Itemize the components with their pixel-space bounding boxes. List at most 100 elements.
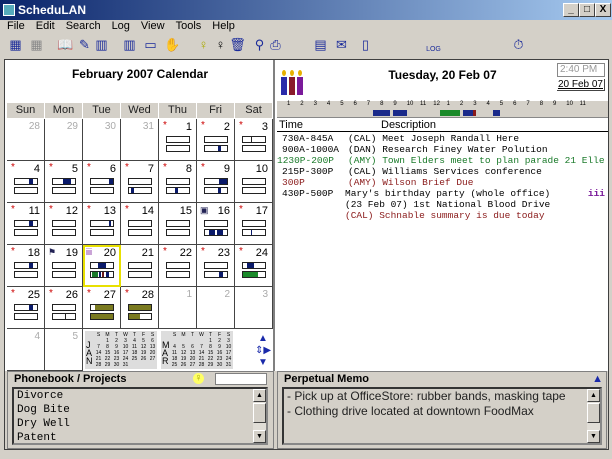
menu-edit[interactable]: Edit bbox=[36, 20, 55, 34]
phonebook-search-input[interactable] bbox=[215, 373, 267, 385]
multi-column-icon[interactable]: ▥ bbox=[121, 37, 138, 53]
next-year-icon[interactable]: ▼ bbox=[255, 357, 271, 369]
day-cell[interactable]: 1 bbox=[159, 287, 197, 329]
timeline-event-block[interactable] bbox=[393, 110, 407, 116]
stopwatch-icon[interactable]: ⏱ bbox=[510, 37, 527, 53]
handshake-icon[interactable]: ✋ bbox=[164, 37, 181, 53]
day-cell[interactable]: 10 bbox=[235, 161, 273, 203]
month-view-icon[interactable]: ▦ bbox=[7, 37, 24, 53]
day-cell[interactable]: 2 * bbox=[197, 119, 235, 161]
memo-textarea[interactable]: - Pick up at OfficeStore: rubber bands, … bbox=[282, 387, 602, 445]
event-row[interactable]: 900A-1000A (DAN) Research Finey Water Pol… bbox=[277, 144, 608, 155]
mini-calendar-mar[interactable]: M A R S M T W T F S 1 2 3 4 5 6 7 8 9 10 11 12 13 14 15 16 17 18 19 2… bbox=[161, 331, 233, 369]
notes-icon[interactable]: ✎ bbox=[76, 37, 93, 53]
close-button[interactable]: X bbox=[595, 3, 611, 17]
list-item[interactable]: Dog Bite bbox=[17, 403, 266, 417]
day-cell[interactable]: 24 * bbox=[235, 245, 273, 287]
day-cell[interactable]: 11 * bbox=[7, 203, 45, 245]
scroll-down-icon[interactable]: ▼ bbox=[587, 430, 600, 443]
event-row[interactable]: 1230P-200P (AMY) Town Elders meet to plan… bbox=[277, 155, 608, 166]
search-icon[interactable]: ⚲ bbox=[251, 37, 268, 53]
day-cell[interactable]: 9 * bbox=[197, 161, 235, 203]
mini-day[interactable]: 26 bbox=[179, 362, 188, 368]
window-icon[interactable]: ▭ bbox=[142, 37, 159, 53]
day-cell[interactable]: 3 bbox=[235, 287, 273, 329]
columns-icon[interactable]: ▥ bbox=[93, 37, 110, 53]
day-cell[interactable]: 23 * bbox=[197, 245, 235, 287]
maximize-button[interactable]: □ bbox=[579, 3, 595, 17]
prev-month-icon[interactable]: ▲ bbox=[255, 333, 271, 345]
log-button[interactable]: LOG bbox=[425, 37, 442, 53]
mini-day[interactable]: 25 bbox=[170, 362, 179, 368]
scroll-down-icon[interactable]: ▼ bbox=[253, 430, 266, 443]
lightbulb-icon[interactable]: ♀ bbox=[193, 373, 204, 384]
calculator-icon[interactable]: ▤ bbox=[312, 37, 329, 53]
scroll-thumb[interactable] bbox=[253, 403, 266, 423]
menu-search[interactable]: Search bbox=[66, 20, 101, 34]
mini-day[interactable]: 31 bbox=[121, 362, 130, 368]
day-cell[interactable]: 12 * bbox=[45, 203, 83, 245]
week-view-icon[interactable]: ▦ bbox=[28, 37, 45, 53]
mini-day[interactable]: 30 bbox=[112, 362, 121, 368]
day-cell[interactable]: 4 bbox=[7, 329, 45, 371]
mini-day[interactable]: 30 bbox=[215, 362, 224, 368]
timeline-event-block[interactable] bbox=[373, 110, 391, 116]
scroll-up-icon[interactable]: ▲ bbox=[587, 389, 600, 402]
mini-calendar-jan[interactable]: J A N S M T W T F S 1 2 3 4 5 6 7 8 9 10 11 12 13 14 15 16 17 18 19 2… bbox=[85, 331, 157, 369]
event-row[interactable]: 730A-845A (CAL) Meet Joseph Randall Here bbox=[277, 133, 608, 144]
mini-day[interactable]: 29 bbox=[206, 362, 215, 368]
event-row[interactable]: 430P-500P Mary's birthday party (whole of… bbox=[277, 188, 608, 199]
event-row[interactable]: (CAL) Schnable summary is due today bbox=[277, 210, 608, 221]
day-cell[interactable]: 19 ⚑ bbox=[45, 245, 83, 287]
menu-tools[interactable]: Tools bbox=[176, 20, 202, 34]
hour-timeline[interactable]: 1 2 3 4 5 6 7 8 9 10 11 12 1 2 3 4 5 6 7 8 9 10 11 bbox=[277, 101, 608, 118]
day-cell[interactable]: 3 * bbox=[235, 119, 273, 161]
list-item[interactable]: Divorce bbox=[17, 389, 266, 403]
memo-up-icon[interactable]: ▲ bbox=[592, 373, 603, 385]
list-item[interactable]: Dry Well bbox=[17, 417, 266, 431]
day-cell[interactable]: 5 bbox=[45, 329, 83, 371]
day-cell[interactable]: 26 * bbox=[45, 287, 83, 329]
scroll-up-icon[interactable]: ▲ bbox=[253, 389, 266, 402]
event-row[interactable]: 300P (AMY) Wilson Brief Due bbox=[277, 177, 608, 188]
timeline-event-block[interactable] bbox=[463, 110, 474, 116]
minimize-button[interactable]: _ bbox=[563, 3, 579, 17]
event-row[interactable]: (23 Feb 07) 1st National Blood Drive bbox=[277, 199, 608, 210]
day-cell[interactable]: 21 bbox=[121, 245, 159, 287]
menu-view[interactable]: View bbox=[141, 20, 165, 34]
menu-file[interactable]: File bbox=[7, 20, 25, 34]
day-cell[interactable]: 28 * bbox=[121, 287, 159, 329]
day-cell[interactable]: 13 * bbox=[83, 203, 121, 245]
trash-icon[interactable]: 🗑 bbox=[229, 37, 246, 53]
day-cell[interactable]: 30 bbox=[83, 119, 121, 161]
day-cell[interactable]: 1 * bbox=[159, 119, 197, 161]
date-link[interactable]: 20 Feb 07 bbox=[556, 79, 605, 91]
description-column-header[interactable]: Description bbox=[381, 119, 436, 131]
day-cell[interactable]: 16 ▣ bbox=[197, 203, 235, 245]
day-cell[interactable]: 31 bbox=[121, 119, 159, 161]
timeline-event-block[interactable] bbox=[439, 110, 460, 116]
mini-day[interactable]: 31 bbox=[224, 362, 233, 368]
day-cell[interactable]: 5 * bbox=[45, 161, 83, 203]
day-cell[interactable]: 8 * bbox=[159, 161, 197, 203]
day-cell[interactable]: 22 * bbox=[159, 245, 197, 287]
day-cell[interactable]: 17 * bbox=[235, 203, 273, 245]
door-icon[interactable]: ▯ bbox=[357, 37, 374, 53]
mini-day[interactable]: 28 bbox=[94, 362, 103, 368]
key-icon[interactable]: ♀ bbox=[212, 37, 229, 53]
day-cell[interactable]: 28 bbox=[7, 119, 45, 161]
timeline-event-block[interactable] bbox=[493, 110, 500, 116]
scrollbar[interactable]: ▲ ▼ bbox=[587, 389, 600, 443]
time-column-header[interactable]: Time bbox=[279, 119, 303, 131]
day-cell[interactable]: 14 * bbox=[121, 203, 159, 245]
day-cell[interactable]: 18 * bbox=[7, 245, 45, 287]
menu-log[interactable]: Log bbox=[112, 20, 130, 34]
print-icon[interactable]: ⎙ bbox=[267, 37, 284, 53]
mail-icon[interactable]: ✉ bbox=[333, 37, 350, 53]
scroll-thumb[interactable] bbox=[587, 403, 600, 423]
event-row[interactable]: 215P-300P (CAL) Williams Services confere… bbox=[277, 166, 608, 177]
mini-day[interactable]: 29 bbox=[103, 362, 112, 368]
day-cell[interactable]: 2 bbox=[197, 287, 235, 329]
mini-day[interactable]: 28 bbox=[197, 362, 206, 368]
lightbulb-icon[interactable]: ♀ bbox=[195, 37, 212, 53]
